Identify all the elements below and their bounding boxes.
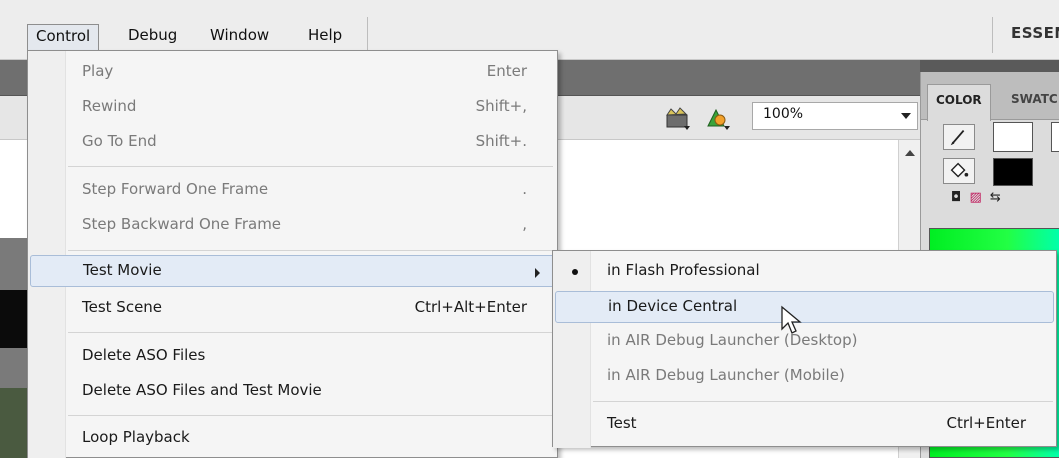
menu-item-label: Play [82,62,114,80]
workspace-switcher[interactable]: ESSEN [1011,24,1059,42]
zoom-value: 100% [763,106,804,122]
menu-item-shortcut: Ctrl+Alt+Enter [414,298,527,316]
color-panel-tabs: COLOR SWATC [921,72,1059,121]
menu-separator [68,332,553,333]
menu-item-shortcut: Shift+. [475,132,527,150]
tab-swatches[interactable]: SWATC [1003,84,1059,114]
submenu-item-label: in Flash Professional [607,261,760,279]
menu-item-shortcut: Shift+, [475,97,527,115]
menu-item-rewind[interactable]: Rewind Shift+, [30,92,555,124]
menu-item-label: Test Scene [82,298,163,316]
pencil-icon [950,129,965,146]
submenu-item-air-desktop[interactable]: in AIR Debug Launcher (Desktop) [555,326,1054,358]
menu-item-delete-aso[interactable]: Delete ASO Files [30,341,555,373]
fill-color-button[interactable] [943,158,975,184]
no-color-icon[interactable]: ▨ [969,190,983,205]
submenu-item-test[interactable]: Test Ctrl+Enter [555,409,1054,441]
zoom-select[interactable]: 100% [752,102,918,130]
tab-color[interactable]: COLOR [927,84,991,121]
fill-swatch[interactable] [993,158,1033,186]
menu-item-go-to-end[interactable]: Go To End Shift+. [30,127,555,159]
menu-item-test-scene[interactable]: Test Scene Ctrl+Alt+Enter [30,293,555,325]
menu-item-step-backward[interactable]: Step Backward One Frame , [30,210,555,242]
color-mini-icons: ◘ ▨ ⇆ [951,190,1003,205]
submenu-separator [593,401,1053,402]
menu-item-label: Rewind [82,97,137,115]
menu-item-label: Loop Playback [82,428,190,446]
swap-colors-icon[interactable]: ⇆ [990,190,1003,205]
menu-help[interactable]: Help [300,24,350,48]
test-movie-submenu: in Flash Professional in Device Central … [552,250,1057,448]
menu-window-label: Window [210,26,270,44]
color-type-field[interactable] [1051,122,1059,152]
submenu-item-label: in AIR Debug Launcher (Mobile) [607,366,845,384]
menu-item-label: Test Movie [83,261,162,279]
menu-item-test-movie[interactable]: Test Movie [30,255,555,287]
edit-scene-icon[interactable] [664,104,692,132]
submenu-item-label: Test [607,414,637,432]
menu-item-label: Go To End [82,132,157,150]
control-menu: Play Enter Rewind Shift+, Go To End Shif… [27,50,558,458]
menu-item-step-forward[interactable]: Step Forward One Frame . [30,175,555,207]
stroke-swatch[interactable] [993,122,1033,152]
menu-debug[interactable]: Debug [120,24,185,48]
menu-item-shortcut: . [522,180,527,198]
submenu-item-device-central[interactable]: in Device Central [555,291,1054,323]
stroke-color-button[interactable] [943,124,975,150]
menu-item-label: Delete ASO Files [82,346,206,364]
menu-control[interactable]: Control [27,24,100,50]
menu-item-label: Step Backward One Frame [82,215,282,233]
edit-symbols-icon[interactable] [704,104,732,132]
mouse-cursor-icon [781,305,802,334]
submenu-item-flash-professional[interactable]: in Flash Professional [555,256,1054,288]
default-colors-icon[interactable]: ◘ [951,190,963,205]
menu-item-shortcut: , [522,215,527,233]
paint-bucket-icon [950,162,969,178]
selected-bullet-icon [572,269,578,275]
menu-help-label: Help [308,26,343,44]
menu-separator [68,166,553,167]
menu-item-play[interactable]: Play Enter [30,57,555,89]
menu-item-label: Delete ASO Files and Test Movie [82,381,322,399]
submenu-item-label: in Device Central [608,297,738,315]
scroll-up-icon[interactable] [905,150,915,156]
menu-item-shortcut: Enter [486,62,527,80]
submenu-item-air-mobile[interactable]: in AIR Debug Launcher (Mobile) [555,361,1054,393]
submenu-item-shortcut: Ctrl+Enter [946,414,1026,432]
menu-divider [367,17,368,53]
menu-debug-label: Debug [128,26,178,44]
workspace-divider [992,17,993,53]
chevron-down-icon [901,113,911,119]
menu-item-delete-aso-test[interactable]: Delete ASO Files and Test Movie [30,376,555,408]
panel-strip-right [920,60,1059,72]
menu-separator [68,250,553,251]
menu-control-label: Control [36,27,91,45]
menu-item-label: Step Forward One Frame [82,180,269,198]
menu-separator [68,415,553,416]
menu-item-loop-playback[interactable]: Loop Playback [30,423,555,455]
submenu-item-label: in AIR Debug Launcher (Desktop) [607,331,858,349]
menu-window[interactable]: Window [202,24,277,48]
submenu-arrow-icon [535,268,540,278]
